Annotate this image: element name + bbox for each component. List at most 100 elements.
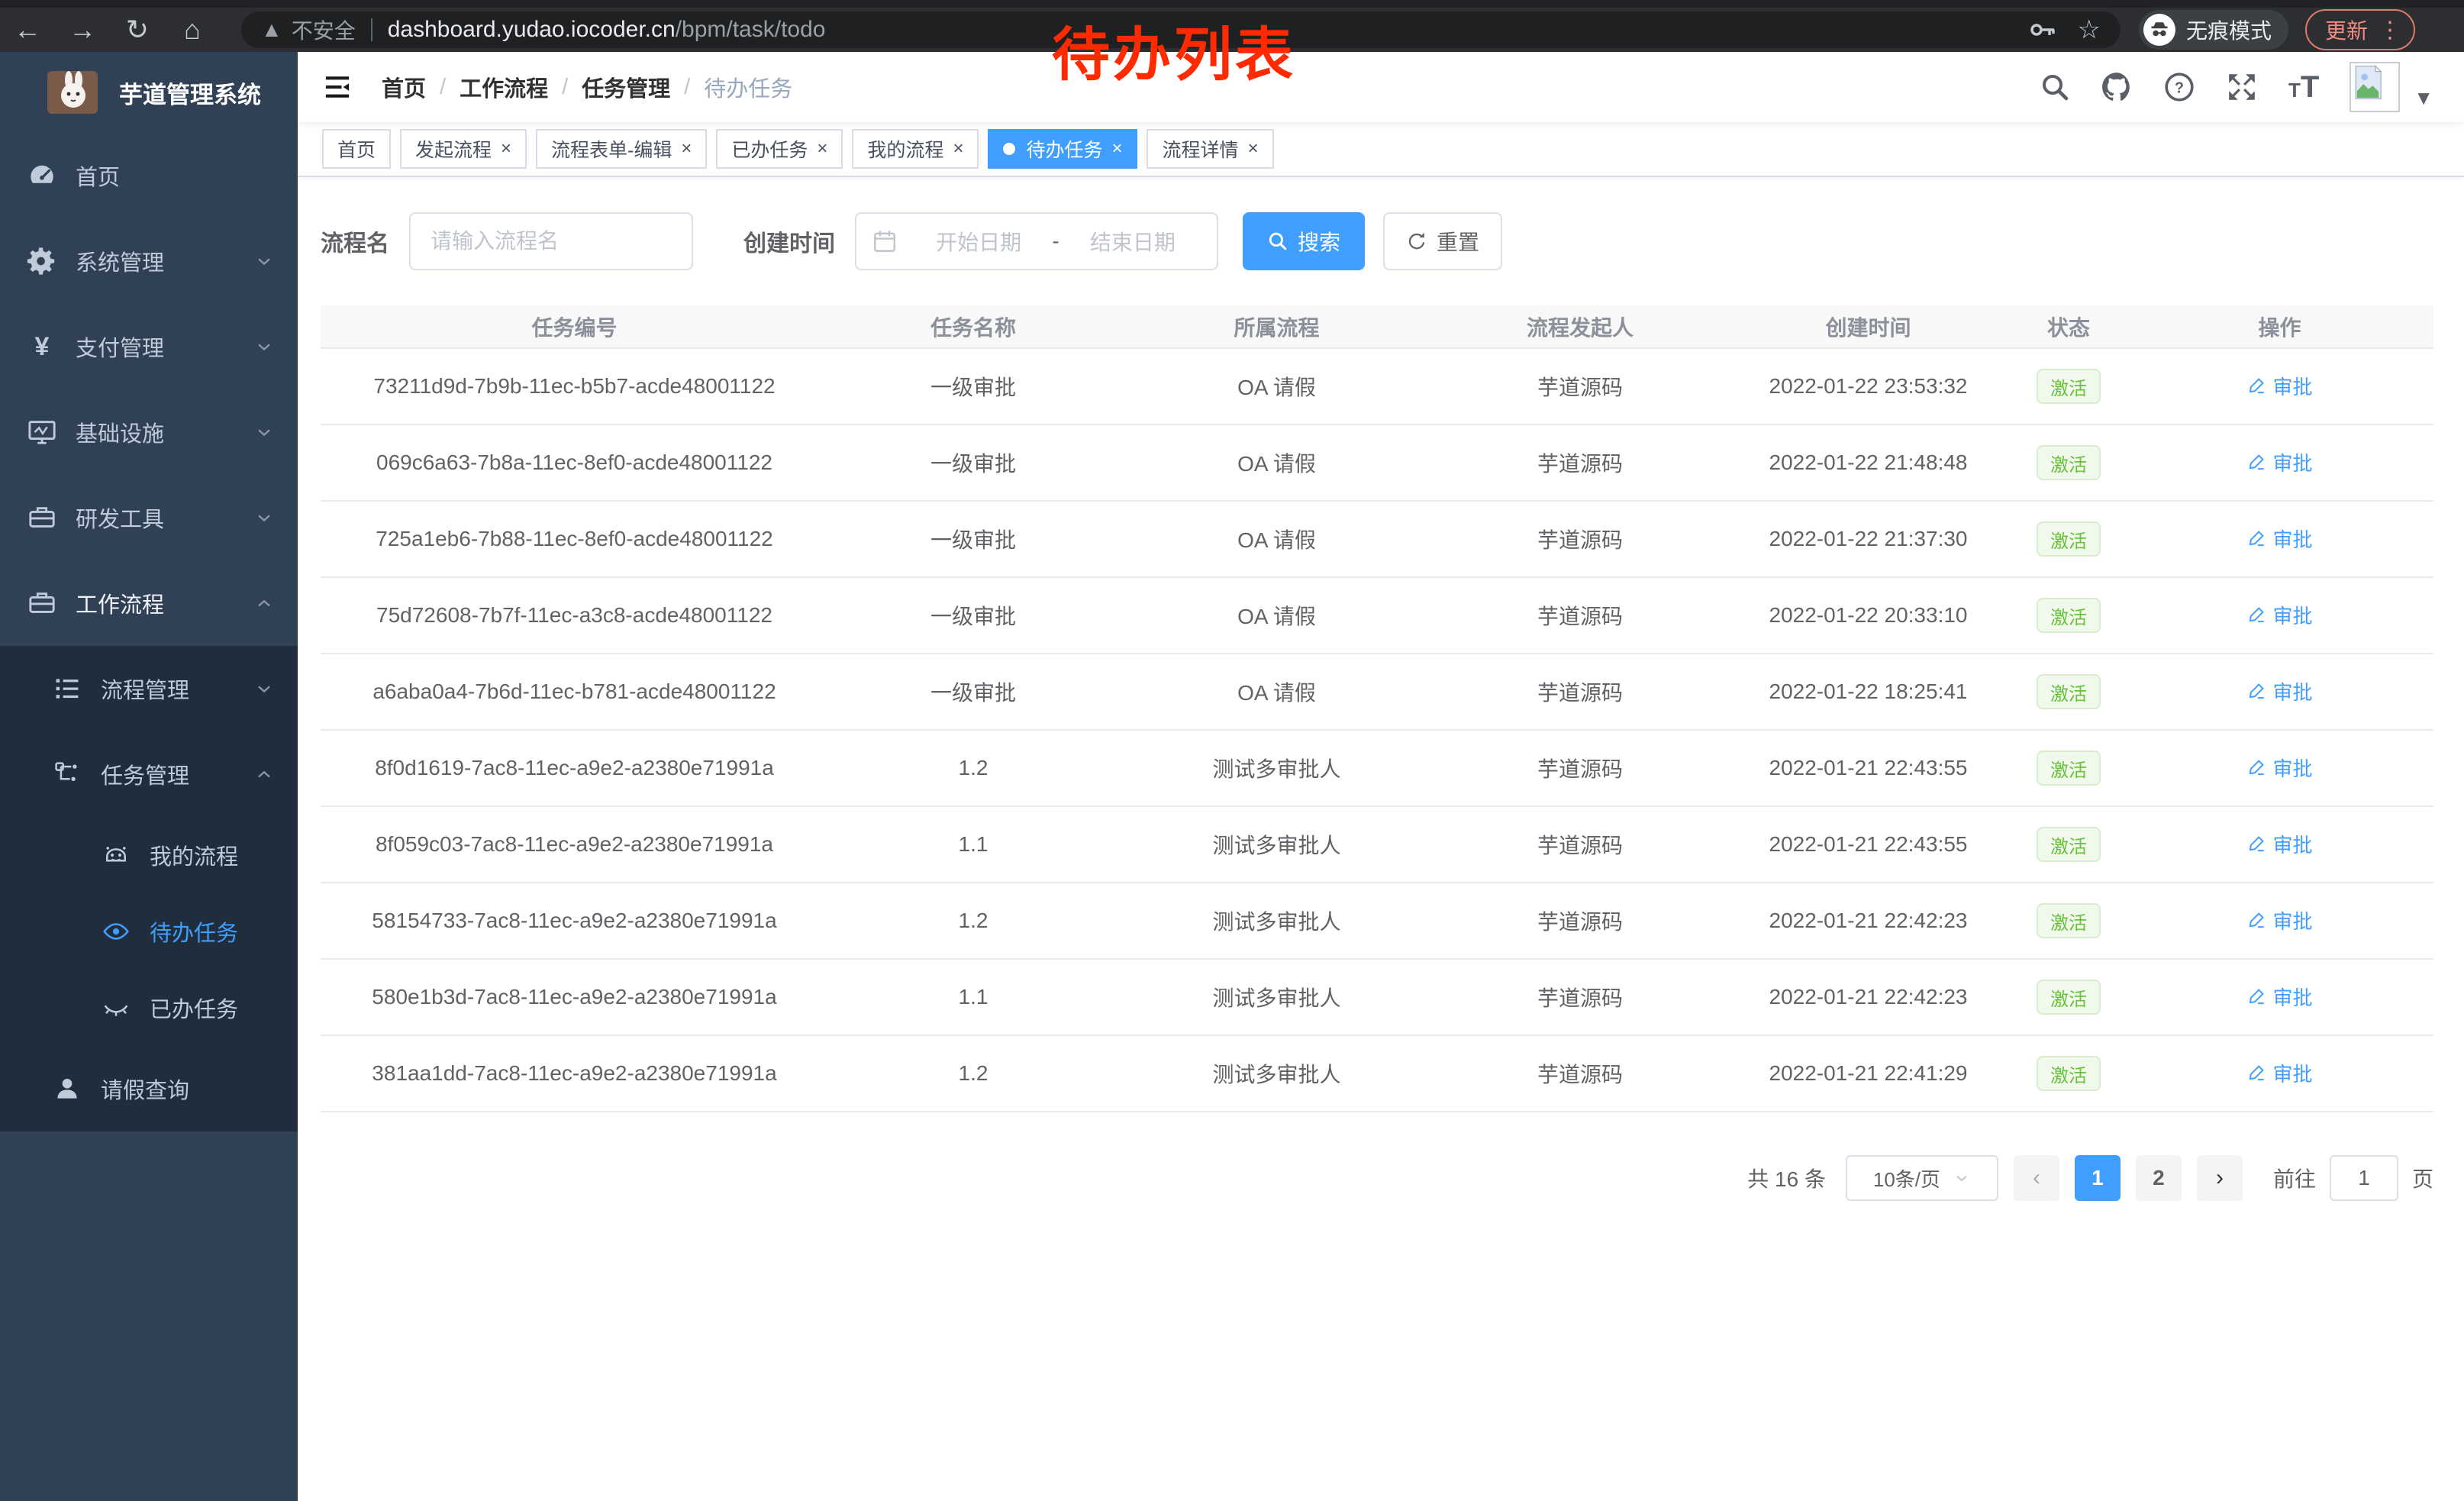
goto-page-input[interactable] xyxy=(2330,1155,2398,1201)
approve-link[interactable]: 审批 xyxy=(2246,754,2312,782)
sidebar-item-workflow[interactable]: 工作流程 xyxy=(0,560,298,646)
avatar-dropdown-caret-icon[interactable]: ▼ xyxy=(2414,86,2433,110)
next-page-button[interactable]: › xyxy=(2197,1155,2243,1201)
process-name-input[interactable] xyxy=(409,212,693,270)
sidebar-item-label: 研发工具 xyxy=(76,502,253,534)
sidebar-item-infra[interactable]: 基础设施 xyxy=(0,389,298,475)
incognito-badge: 无痕模式 xyxy=(2139,10,2288,50)
tab-done-task[interactable]: 已办任务 × xyxy=(716,129,843,169)
close-icon[interactable]: × xyxy=(1111,138,1122,160)
tab-form-edit[interactable]: 流程表单-编辑 × xyxy=(536,129,707,169)
approve-link[interactable]: 审批 xyxy=(2246,1059,2312,1087)
approve-link[interactable]: 审批 xyxy=(2246,983,2312,1011)
browser-update-button[interactable]: 更新 ⋮ xyxy=(2305,9,2415,50)
status-badge: 激活 xyxy=(2037,980,2101,1015)
page-number-1[interactable]: 1 xyxy=(2075,1155,2121,1201)
browser-menu-kebab-icon[interactable]: ⋮ xyxy=(2379,17,2401,44)
approve-link[interactable]: 审批 xyxy=(2246,906,2312,934)
fullscreen-icon[interactable] xyxy=(2226,71,2258,103)
tab-process-detail[interactable]: 流程详情 × xyxy=(1147,129,1273,169)
avatar[interactable] xyxy=(2350,62,2400,112)
bookmark-star-icon[interactable]: ☆ xyxy=(2078,15,2101,45)
status-badge: 激活 xyxy=(2037,521,2101,557)
close-icon[interactable]: × xyxy=(817,138,827,160)
approve-link[interactable]: 审批 xyxy=(2246,601,2312,629)
app-logo-row[interactable]: 芋道管理系统 xyxy=(0,52,298,133)
create-time-label: 创建时间 xyxy=(743,224,835,258)
github-icon[interactable] xyxy=(2101,71,2133,103)
approve-link[interactable]: 审批 xyxy=(2246,448,2312,476)
search-icon[interactable] xyxy=(2040,72,2070,102)
table-header-row: 任务编号 任务名称 所属流程 流程发起人 创建时间 状态 操作 xyxy=(321,305,2433,348)
sidebar-item-leave-query[interactable]: 请假查询 xyxy=(0,1046,298,1131)
table-row: 75d72608-7b7f-11ec-a3c8-acde48001122一级审批… xyxy=(321,577,2433,654)
yen-icon: ¥ xyxy=(25,332,59,362)
table-row: 73211d9d-7b9b-11ec-b5b7-acde48001122一级审批… xyxy=(321,348,2433,424)
font-size-icon[interactable]: TT xyxy=(2288,70,2319,105)
browser-back-button[interactable]: ← xyxy=(0,14,55,46)
sidebar-item-done-task[interactable]: 已办任务 xyxy=(0,970,298,1046)
process-name-label: 流程名 xyxy=(321,224,389,258)
date-range-picker[interactable]: 开始日期 - 结束日期 xyxy=(855,212,1218,270)
eye-icon xyxy=(99,918,133,945)
status-badge: 激活 xyxy=(2037,1056,2101,1091)
goto-unit-label: 页 xyxy=(2412,1163,2433,1193)
start-date-placeholder[interactable]: 开始日期 xyxy=(910,226,1047,257)
tab-start-process[interactable]: 发起流程 × xyxy=(400,129,527,169)
edit-icon xyxy=(2246,605,2266,625)
browser-reload-button[interactable]: ↻ xyxy=(110,14,165,46)
breadcrumb-task-mgmt[interactable]: 任务管理 xyxy=(582,71,670,103)
sidebar-item-system[interactable]: 系统管理 xyxy=(0,218,298,304)
active-tab-dot xyxy=(1003,143,1015,155)
page-size-select[interactable]: 10条/页 xyxy=(1846,1155,1998,1201)
table-row: 381aa1dd-7ac8-11ec-a9e2-a2380e71991a1.2测… xyxy=(321,1035,2433,1112)
breadcrumb-home[interactable]: 首页 xyxy=(382,71,426,103)
sidebar-item-devtool[interactable]: 研发工具 xyxy=(0,475,298,560)
col-task-id: 任务编号 xyxy=(321,305,828,348)
tab-todo-task[interactable]: 待办任务 × xyxy=(988,129,1137,169)
close-icon[interactable]: × xyxy=(1248,138,1259,160)
refresh-icon xyxy=(1406,231,1427,252)
tab-home[interactable]: 首页 xyxy=(322,129,391,169)
sidebar-item-my-process[interactable]: 我的流程 xyxy=(0,817,298,893)
sidebar-item-home[interactable]: 首页 xyxy=(0,133,298,218)
end-date-placeholder[interactable]: 结束日期 xyxy=(1064,226,1201,257)
sidebar-item-process-mgmt[interactable]: 流程管理 xyxy=(0,646,298,731)
approve-link[interactable]: 审批 xyxy=(2246,677,2312,705)
reset-button[interactable]: 重置 xyxy=(1383,212,1502,270)
sidebar-collapse-icon[interactable] xyxy=(321,70,354,104)
dashboard-icon xyxy=(25,161,59,190)
robot-icon xyxy=(99,841,133,869)
prev-page-button[interactable]: ‹ xyxy=(2014,1155,2059,1201)
table-row: 8f0d1619-7ac8-11ec-a9e2-a2380e71991a1.2测… xyxy=(321,730,2433,806)
status-badge: 激活 xyxy=(2037,445,2101,480)
screen: ← → ↻ ⌂ ▲ 不安全 dashboard.yudao.iocoder.cn… xyxy=(0,0,2464,1501)
edit-icon xyxy=(2246,528,2266,548)
sidebar-item-pay[interactable]: ¥ 支付管理 xyxy=(0,304,298,389)
edit-icon xyxy=(2246,910,2266,930)
col-status: 状态 xyxy=(2011,305,2126,348)
search-button[interactable]: 搜索 xyxy=(1243,212,1365,270)
browser-home-button[interactable]: ⌂ xyxy=(165,14,220,46)
sidebar-item-label: 已办任务 xyxy=(150,992,275,1024)
sidebar-item-task-mgmt[interactable]: 任务管理 xyxy=(0,731,298,817)
approve-link[interactable]: 审批 xyxy=(2246,830,2312,858)
help-icon[interactable]: ? xyxy=(2163,71,2195,103)
tab-my-process[interactable]: 我的流程 × xyxy=(852,129,979,169)
close-icon[interactable]: × xyxy=(501,138,511,160)
chevron-down-icon xyxy=(253,507,275,528)
table-row: 725a1eb6-7b88-11ec-8ef0-acde48001122一级审批… xyxy=(321,501,2433,577)
sidebar-item-todo-task[interactable]: 待办任务 xyxy=(0,893,298,970)
browser-forward-button[interactable]: → xyxy=(55,14,110,46)
close-icon[interactable]: × xyxy=(681,138,692,160)
incognito-icon xyxy=(2143,14,2175,46)
close-icon[interactable]: × xyxy=(953,138,963,160)
page-number-2[interactable]: 2 xyxy=(2136,1155,2182,1201)
approve-link[interactable]: 审批 xyxy=(2246,525,2312,553)
col-process: 所属流程 xyxy=(1118,305,1435,348)
approve-link[interactable]: 审批 xyxy=(2246,372,2312,400)
breadcrumb-workflow[interactable]: 工作流程 xyxy=(460,71,548,103)
password-key-icon[interactable] xyxy=(2027,15,2058,45)
sidebar-item-label: 我的流程 xyxy=(150,839,275,871)
browser-tabstrip-edge xyxy=(0,0,2464,8)
